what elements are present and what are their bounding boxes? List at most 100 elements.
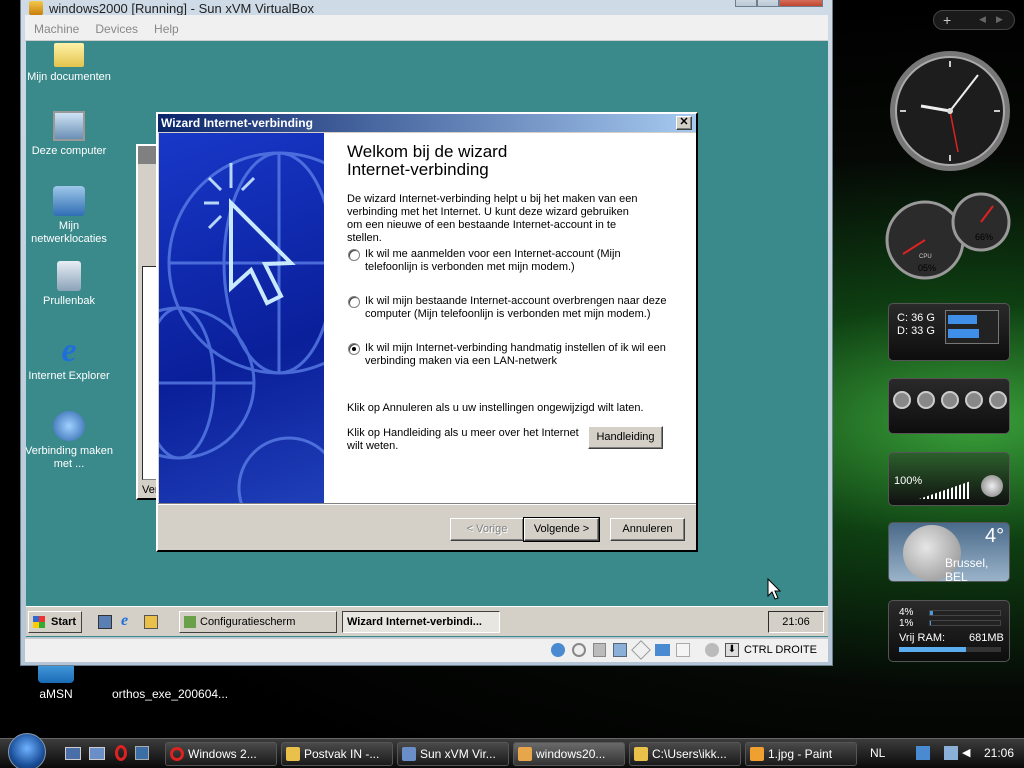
opera-icon[interactable]	[115, 745, 127, 761]
weather-gadget[interactable]: 4° Brussel, BEL	[888, 522, 1010, 584]
cdrom-icon[interactable]	[572, 643, 586, 657]
ram-value: 681MB	[969, 632, 1004, 644]
control-system-gadget[interactable]	[888, 378, 1010, 434]
quicklaunch-desktop-icon[interactable]	[98, 615, 112, 629]
tray-network-icon[interactable]	[916, 746, 930, 760]
volume-bars	[919, 481, 971, 499]
guest-icon-recycle-bin[interactable]: Prullenbak	[26, 261, 114, 308]
option-manual-lan-label[interactable]: Ik wil mijn Internet-verbinding handmati…	[365, 342, 675, 368]
host-taskbar: Windows 2... Postvak IN -... Sun xVM Vir…	[0, 733, 1024, 768]
drive-d-bar	[948, 329, 980, 338]
mail-icon	[286, 747, 300, 761]
drive-meter-gadget[interactable]: C: 36 G D: 33 G	[888, 303, 1010, 361]
host-task-windows2000[interactable]: windows20...	[513, 742, 625, 766]
option-transfer-account-label[interactable]: Ik wil mijn bestaande Internet-account o…	[365, 295, 675, 321]
display-icon[interactable]	[676, 643, 690, 657]
lock-icon[interactable]	[893, 391, 911, 409]
virtualbox-quick-icon[interactable]	[135, 746, 149, 760]
add-gadget-button[interactable]: +	[943, 12, 951, 28]
virtualbox-icon	[402, 747, 416, 761]
start-button[interactable]: Start	[28, 611, 82, 633]
wizard-dialog: Wizard Internet-verbinding ✕ Welkom bij …	[156, 112, 698, 552]
task-configuratiescherm[interactable]: Configuratiescherm	[179, 611, 337, 633]
floppy-icon[interactable]	[593, 643, 606, 657]
wizard-heading: Welkom bij de wizard Internet-verbinding	[347, 142, 508, 179]
logoff-icon[interactable]	[989, 391, 1007, 409]
ram-bar	[899, 647, 1001, 652]
next-button[interactable]: Volgende >	[523, 517, 600, 542]
hdd-icon[interactable]	[551, 643, 565, 657]
vista-start-orb[interactable]	[8, 733, 46, 768]
guest-icon-my-documents[interactable]: Mijn documenten	[26, 41, 114, 84]
volume-value: 100%	[894, 475, 923, 487]
host-task-explorer[interactable]: C:\Users\ikk...	[629, 742, 741, 766]
language-indicator[interactable]: NL	[870, 746, 885, 760]
opera-icon	[170, 747, 184, 761]
host-task-virtualbox[interactable]: Sun xVM Vir...	[397, 742, 509, 766]
close-icon[interactable]: ✕	[676, 116, 692, 130]
tray-monitor-icon[interactable]	[944, 746, 958, 760]
shared-folders-icon[interactable]	[655, 644, 670, 656]
menu-devices[interactable]: Devices	[86, 15, 145, 36]
icon-label: Mijn netwerklocaties	[31, 220, 107, 245]
host-key-icon[interactable]: ⬇	[725, 643, 739, 657]
radio-new-account[interactable]	[348, 249, 360, 261]
drive-d-text: D: 33 G	[897, 325, 935, 337]
menu-help[interactable]: Help	[145, 15, 186, 36]
guest-icon-my-computer[interactable]: Deze computer	[26, 111, 114, 158]
folder-icon	[54, 43, 84, 67]
next-icon[interactable]: ▶	[996, 14, 1003, 25]
maximize-button[interactable]: ▭	[757, 0, 779, 7]
cancel-button[interactable]: Annuleren	[610, 518, 685, 541]
menu-machine[interactable]: Machine	[25, 15, 86, 36]
host-key-label: CTRL DROITE	[744, 644, 817, 656]
vm-window-icon	[518, 747, 532, 761]
back-button[interactable]: < Vorige	[450, 518, 524, 541]
cancel-note: Klik op Annuleren als u uw instellingen …	[347, 402, 644, 414]
switch-user-icon[interactable]	[965, 391, 983, 409]
cpu-ram-gadget[interactable]: 4% 1% Vrij RAM: 681MB	[888, 600, 1010, 662]
guest-icon-ie[interactable]: e Internet Explorer	[26, 334, 114, 383]
clock-gadget[interactable]	[888, 49, 1012, 173]
wizard-intro: De wizard Internet-verbinding helpt u bi…	[347, 193, 638, 244]
connect-wizard-icon	[53, 411, 85, 441]
guest-screen[interactable]: Mijn documenten Deze computer Mijn netwe…	[26, 41, 828, 637]
desktop-icon-label: orthos_exe_200604...	[111, 687, 229, 701]
wizard-titlebar: Wizard Internet-verbinding ✕	[158, 114, 696, 132]
cpu-meter-gadget[interactable]: CPU 05% 66%	[885, 192, 1013, 280]
quicklaunch-outlook-icon[interactable]	[144, 615, 158, 629]
computer-icon	[53, 111, 85, 141]
icon-label: Deze computer	[31, 145, 107, 157]
prev-icon[interactable]: ◀	[979, 14, 986, 25]
host-task-paint[interactable]: 1.jpg - Paint	[745, 742, 857, 766]
show-desktop-icon[interactable]	[65, 747, 81, 760]
network-adapter-icon[interactable]	[613, 643, 627, 657]
control-panel-icon	[184, 616, 196, 628]
switch-windows-icon[interactable]	[89, 747, 105, 760]
radio-manual-lan[interactable]	[348, 343, 360, 355]
host-clock[interactable]: 21:06	[984, 746, 1014, 760]
close-button[interactable]: ✕	[779, 0, 823, 7]
drive-c-text: C: 36 G	[897, 312, 935, 324]
power-icon[interactable]	[941, 391, 959, 409]
usb-icon[interactable]	[631, 640, 651, 660]
mouse-integration-icon[interactable]	[705, 643, 719, 657]
host-task-opera[interactable]: Windows 2...	[165, 742, 277, 766]
host-task-mail[interactable]: Postvak IN -...	[281, 742, 393, 766]
volume-gadget[interactable]: 100%	[888, 452, 1010, 506]
radio-transfer-account[interactable]	[348, 296, 360, 308]
speaker-icon[interactable]	[981, 475, 1003, 497]
weather-temp: 4°	[985, 525, 1005, 547]
manual-button[interactable]: Handleiding	[588, 426, 663, 449]
minimize-button[interactable]: –	[735, 0, 757, 7]
quicklaunch-ie-icon[interactable]: e	[121, 612, 128, 630]
tray-volume-icon[interactable]: ◀	[962, 746, 976, 760]
option-new-account-label[interactable]: Ik wil me aanmelden voor een Internet-ac…	[365, 248, 675, 274]
settings-icon[interactable]	[917, 391, 935, 409]
task-wizard[interactable]: Wizard Internet-verbindi...	[342, 611, 500, 633]
guest-icon-connect[interactable]: Verbinding maken met ...	[26, 411, 114, 471]
guest-icon-network[interactable]: Mijn netwerklocaties	[26, 186, 114, 246]
guest-taskbar: Start e Configuratiescherm Wizard Intern…	[26, 606, 828, 636]
mouse-cursor-icon	[767, 578, 781, 600]
wizard-banner	[159, 133, 324, 503]
